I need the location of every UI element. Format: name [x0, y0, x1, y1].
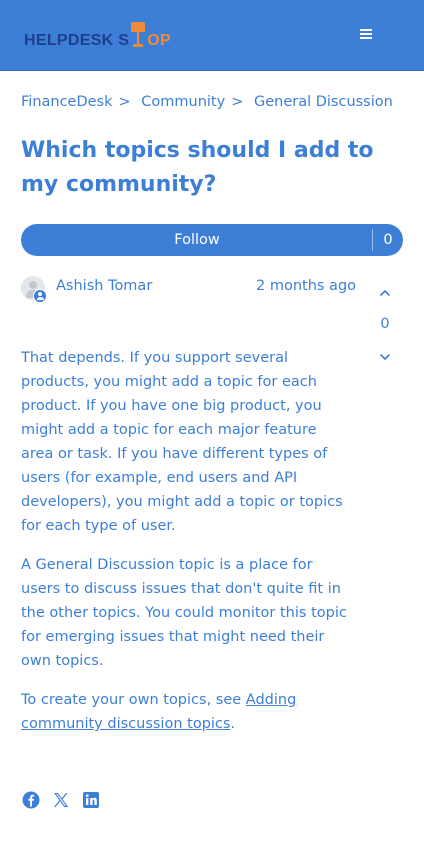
link-prefix-text: To create your own topics, see [21, 692, 246, 708]
linkedin-icon[interactable] [81, 790, 101, 810]
post-timestamp: 2 months ago [256, 278, 357, 294]
lamp-logo-icon [130, 22, 146, 50]
follow-button[interactable]: Follow 0 [21, 224, 403, 256]
breadcrumb-separator: > [231, 94, 244, 110]
post-body: That depends. If you support several pro… [21, 346, 353, 751]
helpdesk-shop-logo[interactable]: HELPDESK S OP [24, 20, 171, 50]
share-icons [21, 790, 101, 810]
facebook-icon[interactable] [21, 790, 41, 810]
hamburger-menu-icon[interactable] [360, 29, 374, 41]
follow-label[interactable]: Follow [21, 224, 373, 256]
upvote-chevron-up-icon[interactable] [378, 286, 392, 300]
author-name[interactable]: Ashish Tomar [56, 278, 152, 294]
post-paragraph: That depends. If you support several pro… [21, 350, 343, 534]
site-header: HELPDESK S OP [0, 0, 424, 71]
post-title: Which topics should I add to my communit… [21, 138, 374, 197]
breadcrumb-item-general-discussion[interactable]: General Discussion [254, 94, 393, 110]
logo-text-part2: OP [147, 32, 171, 49]
breadcrumb-item-financedesk[interactable]: FinanceDesk [21, 94, 113, 110]
downvote-chevron-down-icon[interactable] [378, 350, 392, 364]
link-suffix-text: . [230, 716, 236, 732]
vote-count: 0 [380, 316, 390, 332]
breadcrumb-item-community[interactable]: Community [141, 94, 225, 110]
follow-count: 0 [383, 232, 393, 248]
logo-text-part1: HELPDESK S [24, 32, 130, 49]
breadcrumb-separator: > [118, 94, 131, 110]
post-paragraph: A General Discussion topic is a place fo… [21, 557, 347, 669]
post-paragraph-link: To create your own topics, see Adding co… [21, 688, 353, 736]
agent-badge-icon [33, 289, 47, 303]
avatar[interactable] [21, 276, 47, 303]
breadcrumb: FinanceDesk > Community > General Discussi… [21, 94, 411, 110]
x-twitter-icon[interactable] [51, 790, 71, 810]
